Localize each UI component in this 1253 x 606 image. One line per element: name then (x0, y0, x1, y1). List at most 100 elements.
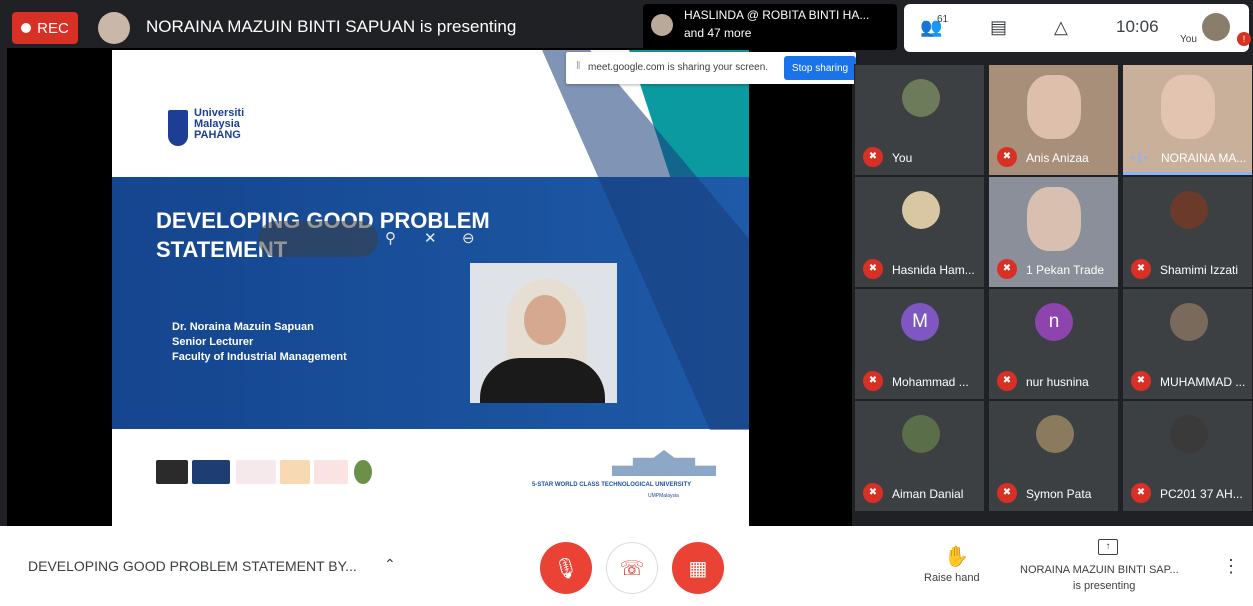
participant-tile[interactable]: ✖ Hasnida Ham... (854, 176, 985, 288)
meeting-title[interactable]: DEVELOPING GOOD PROBLEM STATEMENT BY... (28, 558, 357, 574)
participant-avatar (1170, 191, 1208, 229)
participant-tile[interactable]: •❙• NORAINA MA... (1122, 64, 1253, 176)
muted-mic-icon: ✖ (997, 259, 1017, 279)
participant-name: Symon Pata (1026, 487, 1092, 501)
presentation-slide: Universiti Malaysia PAHANG DEVELOPING GO… (112, 50, 749, 527)
participant-tile[interactable]: ✖ Aiman Danial (854, 400, 985, 512)
participant-video (1027, 187, 1081, 251)
author-faculty: Faculty of Industrial Management (172, 351, 347, 363)
microphone-button[interactable]: 🎙 (540, 542, 592, 594)
camera-off-icon: ▦ (688, 557, 708, 580)
participant-name: You (892, 151, 913, 165)
attendee-avatar (651, 14, 673, 36)
participant-tile[interactable]: ✖ Symon Pata (988, 400, 1119, 512)
muted-mic-icon: ✖ (997, 147, 1017, 167)
participant-count: 61 (937, 14, 949, 25)
muted-mic-icon: ✖ (863, 259, 883, 279)
mic-off-icon: 🎙 (553, 557, 579, 580)
participant-tile[interactable]: ✖ MUHAMMAD ... (1122, 288, 1253, 400)
participant-tile[interactable]: ✖ 1 Pekan Trade (988, 176, 1119, 288)
author-role: Senior Lecturer (172, 336, 254, 348)
tile-hover-controls (258, 221, 378, 257)
participant-name: Shamimi Izzati (1160, 263, 1239, 277)
participant-name: Hasnida Ham... (892, 263, 975, 277)
raise-hand-label[interactable]: Raise hand (924, 572, 980, 584)
participant-name: MUHAMMAD ... (1160, 375, 1246, 389)
phone-hangup-icon: ☏ (619, 557, 645, 580)
participant-initial: M (901, 303, 939, 341)
mute-icon[interactable]: ✕ (424, 229, 437, 247)
author-name: Dr. Noraina Mazuin Sapuan (172, 321, 314, 333)
participant-initial: n (1035, 303, 1073, 341)
top-right-panel (904, 4, 1249, 52)
slide-author-block: Dr. Noraina Mazuin Sapuan Senior Lecture… (172, 320, 347, 365)
sharing-notice-text: meet.google.com is sharing your screen. (588, 62, 769, 73)
award-logos (156, 460, 386, 486)
participant-avatar (1170, 415, 1208, 453)
muted-mic-icon: ✖ (997, 371, 1017, 391)
activities-icon[interactable]: △ (1054, 17, 1068, 38)
raise-hand-icon[interactable]: ✋ (944, 544, 969, 569)
participant-tile[interactable]: n ✖ nur husnina (988, 288, 1119, 400)
building-illustration (612, 450, 716, 476)
drag-handle-icon[interactable]: ‖ (576, 60, 581, 72)
participant-avatar (1170, 303, 1208, 341)
leave-call-button[interactable]: ☏ (606, 542, 658, 594)
muted-mic-icon: ✖ (1131, 483, 1151, 503)
more-options-icon[interactable]: ⋮ (1222, 556, 1240, 577)
participant-name: Mohammad ... (892, 375, 969, 389)
chat-icon[interactable]: ▤ (990, 17, 1007, 38)
attendee-name: HASLINDA @ ROBITA BINTI HA... (684, 8, 870, 22)
muted-mic-icon: ✖ (1131, 259, 1151, 279)
university-logo-mark (168, 110, 188, 146)
presenter-photo (470, 263, 617, 403)
muted-mic-icon: ✖ (1131, 371, 1151, 391)
present-icon[interactable]: ↑ (1098, 539, 1118, 555)
participant-tile[interactable]: M ✖ Mohammad ... (854, 288, 985, 400)
muted-mic-icon: ✖ (863, 483, 883, 503)
remove-icon[interactable]: ⊖ (462, 229, 475, 247)
rec-label: REC (37, 19, 69, 37)
clock-time: 10:06 (1116, 17, 1159, 36)
record-dot-icon (21, 23, 32, 33)
meet-window: REC NORAINA MAZUIN BINTI SAPUAN is prese… (0, 0, 1253, 606)
participant-name: nur husnina (1026, 375, 1089, 389)
muted-mic-icon: ✖ (863, 147, 883, 167)
presenting-text: NORAINA MAZUIN BINTI SAPUAN is presentin… (146, 17, 517, 36)
participant-tile[interactable]: ✖ PC201 37 AH... (1122, 400, 1253, 512)
chevron-up-icon[interactable]: ⌃ (384, 556, 396, 573)
pin-icon[interactable]: ⚲ (385, 229, 396, 247)
participant-video (1027, 75, 1081, 139)
notification-badge: ! (1237, 32, 1251, 46)
slide-tagline: 5-STAR WORLD CLASS TECHNOLOGICAL UNIVERS… (532, 482, 692, 488)
participant-grid: ✖ You ✖ Anis Anizaa •❙• NORAINA MA... ✖ Hasnida… (854, 64, 1253, 526)
recording-badge: REC (12, 12, 78, 44)
participant-name: 1 Pekan Trade (1026, 263, 1105, 277)
participant-name: PC201 37 AH... (1160, 487, 1243, 501)
presenting-status-sub: is presenting (1073, 580, 1136, 592)
self-avatar[interactable] (1202, 13, 1230, 41)
speaking-indicator-icon: •❙• (1131, 152, 1148, 164)
participant-tile[interactable]: ✖ Anis Anizaa (988, 64, 1119, 176)
participant-tile[interactable]: ✖ You (854, 64, 985, 176)
muted-mic-icon: ✖ (863, 371, 883, 391)
camera-button[interactable]: ▦ (672, 542, 724, 594)
university-logo: Universiti Malaysia PAHANG (168, 106, 252, 154)
you-label: You (1180, 34, 1197, 45)
participant-video (1161, 75, 1215, 139)
logo-line-3: PAHANG (194, 129, 241, 141)
participant-avatar (902, 79, 940, 117)
participant-name: NORAINA MA... (1161, 151, 1247, 165)
participant-avatar (902, 415, 940, 453)
participant-avatar (902, 191, 940, 229)
participant-name: Anis Anizaa (1026, 151, 1089, 165)
presenter-avatar (98, 12, 130, 44)
participant-tile[interactable]: ✖ Shamimi Izzati (1122, 176, 1253, 288)
muted-mic-icon: ✖ (997, 483, 1017, 503)
slide-social: UMPMalaysia (648, 493, 679, 499)
participant-name: Aiman Danial (892, 487, 964, 501)
participant-avatar (1036, 415, 1074, 453)
stop-sharing-button[interactable]: Stop sharing (784, 56, 856, 80)
presenting-status[interactable]: NORAINA MAZUIN BINTI SAP... (1020, 564, 1179, 576)
attendee-more: and 47 more (684, 26, 752, 40)
